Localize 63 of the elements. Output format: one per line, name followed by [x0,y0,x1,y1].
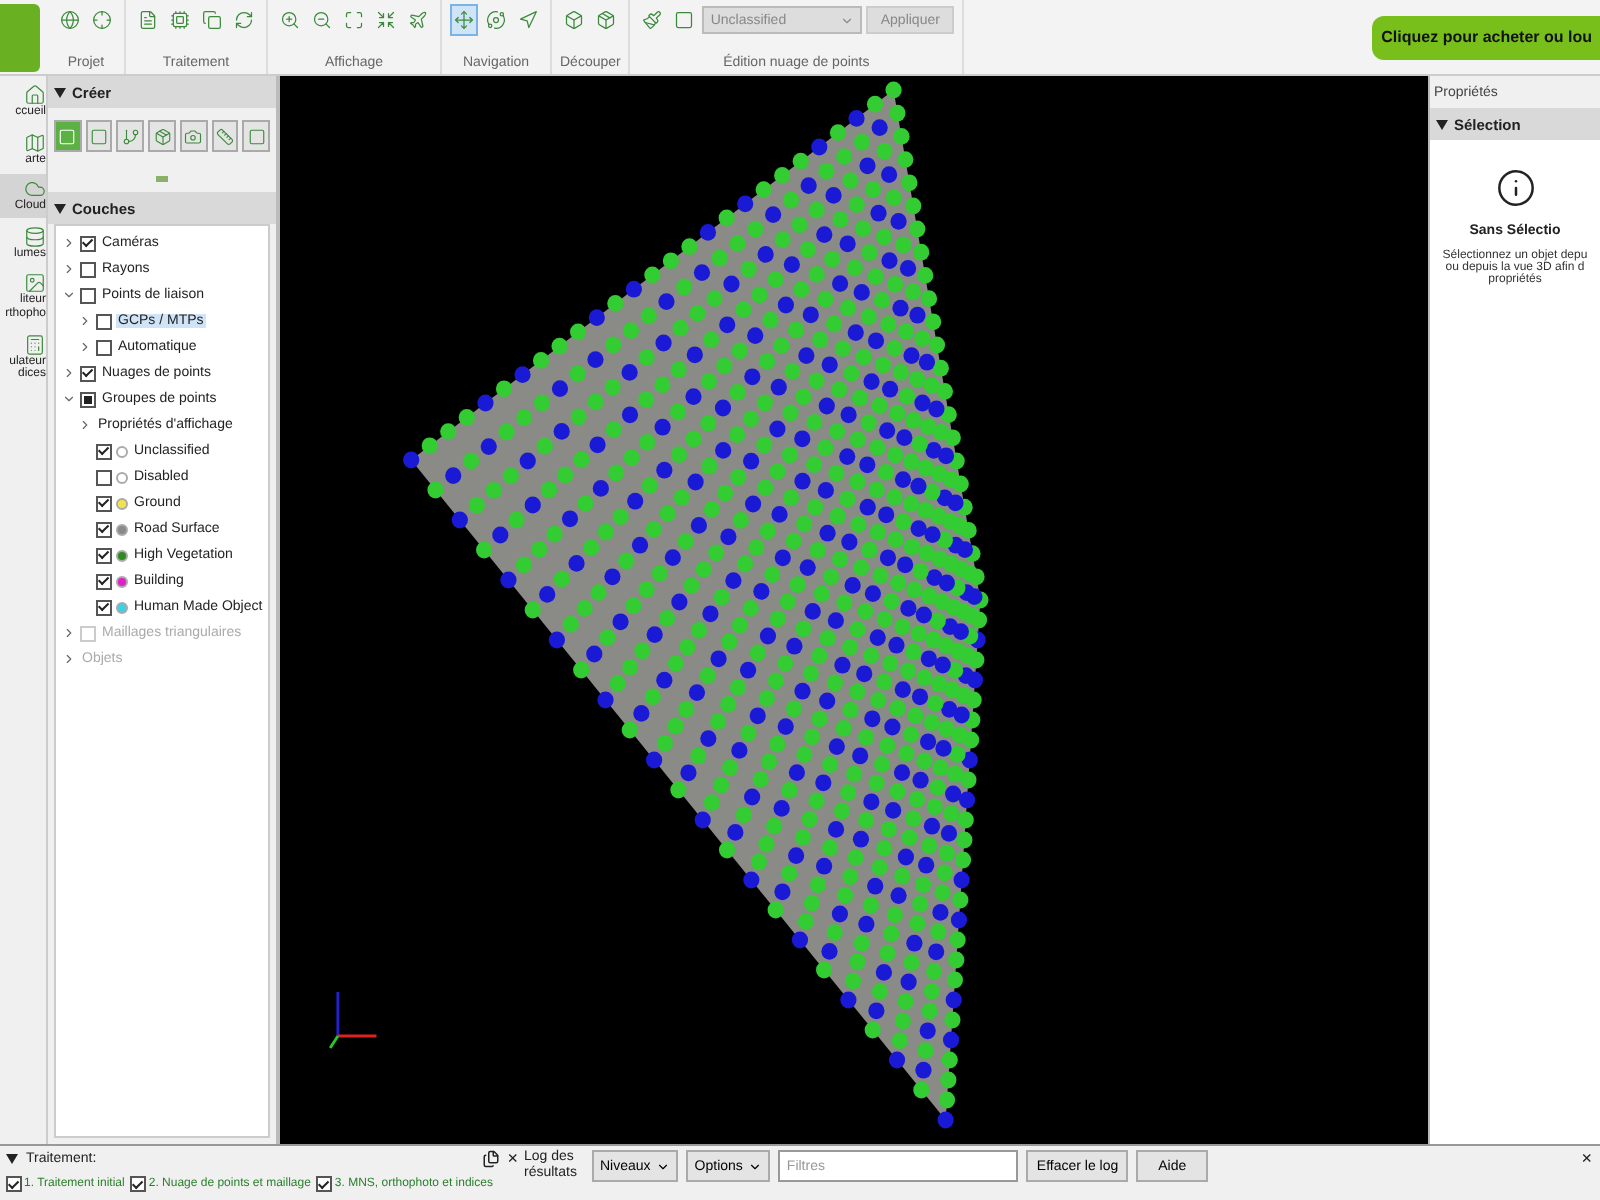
cloud-icon [24,178,46,201]
database-icon [24,225,46,248]
step-checkbox[interactable] [130,1176,147,1192]
layer-checkbox[interactable] [80,391,96,407]
splitter-handle[interactable] [156,175,168,181]
step-checkbox[interactable] [316,1176,333,1192]
globe-icon [60,10,80,30]
zoom-in-icon [280,10,300,30]
ruler-icon [215,127,234,145]
map-icon [24,131,46,154]
layer-checkbox[interactable] [96,469,112,485]
package-icon [596,10,617,30]
crosshair-icon [92,10,112,30]
close-icon[interactable]: × [1581,1150,1592,1168]
layer-checkbox[interactable] [96,495,112,511]
calculator-icon [24,333,46,356]
layer-checkbox[interactable] [80,261,96,277]
chip-icon [170,10,190,30]
expand-icon [344,10,364,30]
package-icon [153,127,172,145]
brush-icon [642,10,663,30]
copy-icon [202,10,222,30]
create-tool-button[interactable] [85,120,113,152]
cube-icon [564,10,585,30]
home-icon [24,84,46,106]
axis-gizmo-icon [328,992,377,1049]
documents-icon[interactable] [481,1150,500,1168]
orbit-icon [486,10,506,30]
square-icon [58,127,77,145]
create-tool-button[interactable] [242,120,271,152]
buy-button[interactable]: Cliquez pour acheter ou lou [1371,15,1600,59]
layer-checkbox[interactable] [96,339,112,355]
layer-checkbox[interactable] [80,287,96,303]
refresh-icon [234,10,254,30]
layer-checkbox[interactable] [96,443,112,459]
image-icon [24,272,46,295]
create-tool-button[interactable] [179,120,208,152]
camera-icon [184,127,203,145]
square-icon [674,10,695,30]
zoom-out-icon [312,10,332,30]
create-tool-button[interactable] [211,120,239,152]
square-icon [90,127,109,145]
layer-checkbox[interactable] [80,235,96,251]
create-tool-button[interactable] [116,120,145,152]
layer-checkbox[interactable] [96,547,112,563]
layer-checkbox[interactable] [96,313,112,329]
create-tool-button[interactable] [148,120,176,152]
layer-checkbox[interactable] [80,365,96,381]
pointer-icon [518,10,538,30]
plane-icon [408,10,428,30]
close-icon[interactable]: × [507,1150,518,1168]
shrink-icon [376,10,396,30]
info-icon [1495,168,1535,208]
layer-checkbox[interactable] [96,573,112,589]
step-checkbox[interactable] [6,1176,22,1192]
layer-checkbox[interactable] [96,521,112,537]
layer-checkbox[interactable] [96,599,112,615]
document-icon [138,10,158,30]
branch-icon [121,127,140,145]
toolbar-button[interactable] [450,4,478,36]
move-icon [454,10,474,30]
square-icon [247,127,266,145]
app-logo [0,4,40,72]
